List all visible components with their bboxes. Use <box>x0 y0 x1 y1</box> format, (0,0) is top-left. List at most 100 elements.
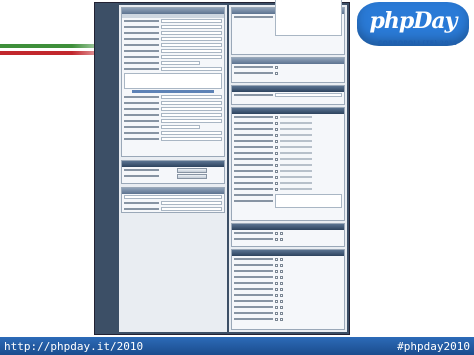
checkbox[interactable] <box>279 317 283 321</box>
field-label <box>124 108 160 110</box>
checkbox[interactable] <box>274 115 278 119</box>
left-column <box>119 5 227 332</box>
field-label <box>124 20 160 22</box>
group-list[interactable] <box>274 0 342 36</box>
checkbox[interactable] <box>274 275 278 279</box>
checkbox[interactable] <box>274 151 278 155</box>
file-field[interactable] <box>124 195 222 199</box>
footer-hashtag: #phpday2010 <box>397 340 470 353</box>
action-button[interactable] <box>176 173 207 179</box>
checkbox[interactable] <box>274 175 278 179</box>
text-area[interactable] <box>124 73 222 89</box>
text-field[interactable] <box>161 201 222 205</box>
field-label <box>234 294 273 296</box>
text-field[interactable] <box>161 95 222 99</box>
text-field[interactable] <box>161 67 222 71</box>
checkbox[interactable] <box>279 237 283 241</box>
checkbox[interactable] <box>279 281 283 285</box>
checkbox[interactable] <box>274 65 278 69</box>
field-label <box>124 138 160 140</box>
form-row <box>232 316 344 322</box>
checkbox[interactable] <box>274 71 278 75</box>
upload-panel <box>121 187 225 213</box>
checkbox[interactable] <box>279 269 283 273</box>
text-field[interactable] <box>161 101 222 105</box>
select-field[interactable] <box>161 125 201 129</box>
checkbox[interactable] <box>274 317 278 321</box>
checkbox[interactable] <box>279 311 283 315</box>
field-label <box>234 182 273 184</box>
form-row <box>232 236 344 242</box>
checkbox[interactable] <box>279 275 283 279</box>
field-label <box>234 164 273 166</box>
field-label <box>234 140 273 142</box>
text-field[interactable] <box>161 19 222 23</box>
checkbox[interactable] <box>274 127 278 131</box>
text-field[interactable] <box>161 107 222 111</box>
field-label <box>124 120 160 122</box>
checkbox[interactable] <box>274 269 278 273</box>
checkbox[interactable] <box>279 299 283 303</box>
checkbox[interactable] <box>274 121 278 125</box>
text-field[interactable] <box>161 55 222 59</box>
field-label <box>234 288 273 290</box>
checkbox[interactable] <box>274 181 278 185</box>
text-field[interactable] <box>161 49 222 53</box>
text-field[interactable] <box>161 25 222 29</box>
checkbox[interactable] <box>279 305 283 309</box>
checkbox[interactable] <box>274 299 278 303</box>
text-field[interactable] <box>161 119 222 123</box>
form-row <box>122 173 224 179</box>
checkbox[interactable] <box>274 257 278 261</box>
text-field[interactable] <box>161 37 222 41</box>
empty-area <box>121 216 225 330</box>
checkbox[interactable] <box>274 157 278 161</box>
checkbox[interactable] <box>279 293 283 297</box>
checkbox[interactable] <box>274 293 278 297</box>
text-field[interactable] <box>161 131 222 135</box>
field-label <box>124 202 160 204</box>
checkbox[interactable] <box>274 281 278 285</box>
checkbox[interactable] <box>279 263 283 267</box>
checkbox[interactable] <box>274 305 278 309</box>
checkbox[interactable] <box>279 257 283 261</box>
footer-url: http://phpday.it/2010 <box>4 340 144 353</box>
checkbox[interactable] <box>274 133 278 137</box>
checkbox[interactable] <box>274 263 278 267</box>
option-label <box>279 182 313 184</box>
option-label <box>279 152 313 154</box>
option-list[interactable] <box>274 194 342 208</box>
text-field[interactable] <box>161 43 222 47</box>
text-field[interactable] <box>274 93 342 97</box>
text-field[interactable] <box>161 31 222 35</box>
checkbox[interactable] <box>274 311 278 315</box>
checkbox[interactable] <box>274 287 278 291</box>
option-label <box>279 134 313 136</box>
field-label <box>124 208 160 210</box>
checkbox[interactable] <box>274 231 278 235</box>
field-label <box>234 188 273 190</box>
checkbox[interactable] <box>279 287 283 291</box>
link[interactable] <box>132 90 214 93</box>
select-field[interactable] <box>161 61 201 65</box>
action-button[interactable] <box>176 167 207 173</box>
privacy-panel <box>231 249 345 330</box>
checkbox[interactable] <box>279 231 283 235</box>
text-field[interactable] <box>161 113 222 117</box>
field-label <box>124 50 160 52</box>
checkbox[interactable] <box>274 145 278 149</box>
field-label <box>124 26 160 28</box>
checkbox[interactable] <box>274 237 278 241</box>
messages-panel <box>121 160 225 184</box>
checkbox[interactable] <box>274 169 278 173</box>
field-label <box>124 114 160 116</box>
text-field[interactable] <box>161 207 222 211</box>
form-row <box>232 194 344 208</box>
text-field[interactable] <box>161 137 222 141</box>
form-row <box>232 92 344 98</box>
checkbox[interactable] <box>274 163 278 167</box>
checkbox[interactable] <box>274 187 278 191</box>
checkbox[interactable] <box>274 139 278 143</box>
field-label <box>234 200 273 202</box>
groups-panel <box>231 0 345 55</box>
